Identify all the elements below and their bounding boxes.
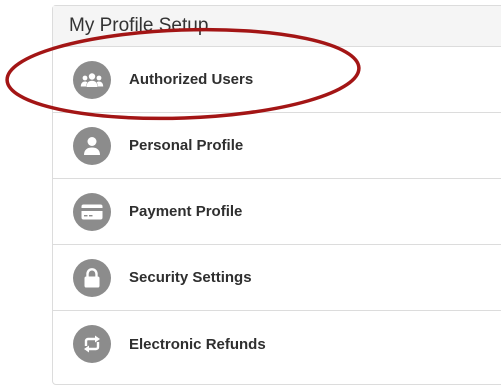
panel-title: My Profile Setup [69, 15, 209, 36]
menu-label-personal-profile: Personal Profile [129, 137, 244, 154]
menu-label-payment-profile: Payment Profile [129, 203, 243, 220]
menu-label-electronic-refunds: Electronic Refunds [129, 335, 266, 353]
credit-card-icon [73, 192, 111, 231]
profile-setup-panel: My Profile Setup Authorized Users Person… [52, 5, 501, 385]
menu-item-payment-profile[interactable]: Payment Profile [53, 179, 501, 245]
menu-item-security-settings[interactable]: Security Settings [53, 245, 501, 311]
menu-item-authorized-users[interactable]: Authorized Users [53, 47, 501, 113]
menu-item-personal-profile[interactable]: Personal Profile [53, 113, 501, 179]
person-icon [73, 126, 111, 165]
menu-label-security-settings: Security Settings [129, 269, 252, 286]
screenshot-stage: My Profile Setup Authorized Users Person… [0, 0, 501, 388]
users-icon [73, 60, 111, 99]
panel-header: My Profile Setup [53, 6, 501, 47]
menu-item-electronic-refunds[interactable]: Electronic Refunds [53, 311, 501, 377]
refresh-arrows-icon [73, 325, 111, 363]
menu-label-authorized-users: Authorized Users [129, 71, 254, 88]
lock-icon [73, 258, 111, 297]
